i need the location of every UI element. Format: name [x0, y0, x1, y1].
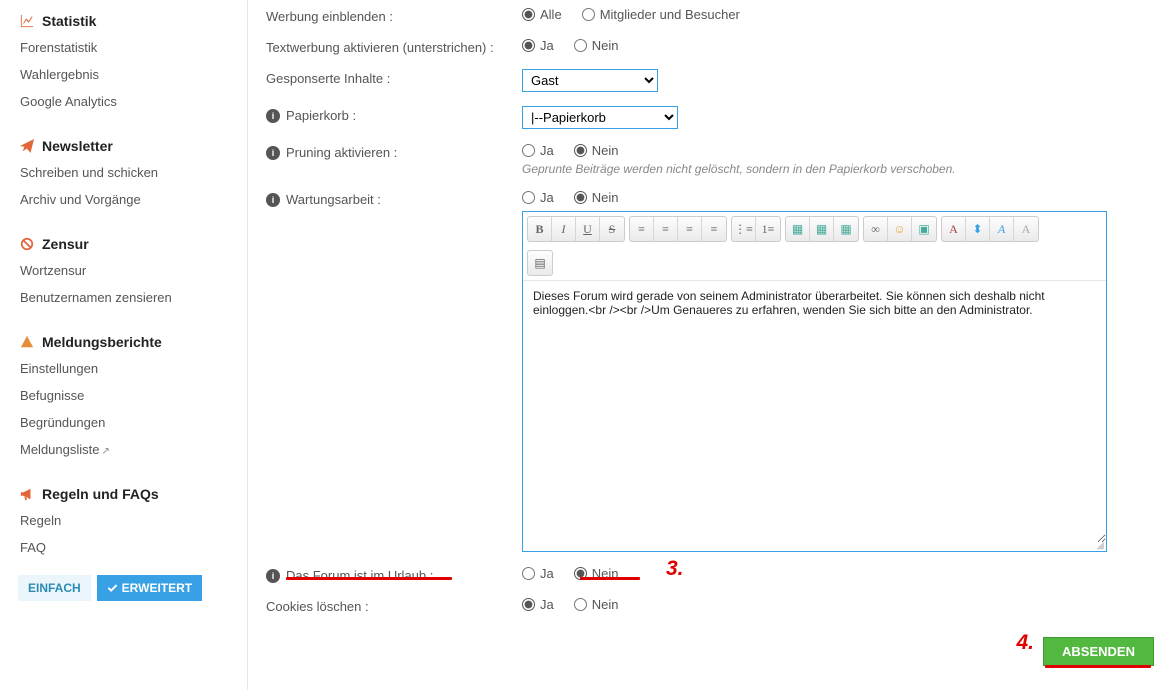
sidebar-item-regeln[interactable]: Regeln: [0, 507, 247, 534]
radio-cookies-nein[interactable]: Nein: [574, 597, 619, 612]
chart-line-icon: [20, 14, 34, 28]
info-icon: i: [266, 146, 280, 160]
ban-icon: [20, 237, 34, 251]
radio-textwerbung-ja[interactable]: Ja: [522, 38, 554, 53]
sidebar-item-google-analytics[interactable]: Google Analytics: [0, 88, 247, 115]
sidebar-item-befugnisse[interactable]: Befugnisse: [0, 382, 247, 409]
label-papierkorb: iPapierkorb :: [266, 106, 522, 123]
align-justify-button[interactable]: ≡: [702, 217, 726, 241]
resize-grip[interactable]: ◢: [523, 543, 1106, 551]
erweitert-button[interactable]: ERWEITERT: [97, 575, 202, 601]
align-left-button[interactable]: ≡: [630, 217, 654, 241]
radio-pruning-nein[interactable]: Nein: [574, 143, 619, 158]
label-cookies: Cookies löschen :: [266, 597, 522, 614]
sidebar-item-schreiben[interactable]: Schreiben und schicken: [0, 159, 247, 186]
bold-button[interactable]: B: [528, 217, 552, 241]
radio-wartung-ja[interactable]: Ja: [522, 190, 554, 205]
font-button[interactable]: A: [942, 217, 966, 241]
info-icon: i: [266, 569, 280, 583]
sidebar-item-wahlergebnis[interactable]: Wahlergebnis: [0, 61, 247, 88]
annotation-underline-submit: [1045, 665, 1151, 668]
absenden-button[interactable]: ABSENDEN: [1043, 637, 1154, 666]
image-button[interactable]: ▦: [786, 217, 810, 241]
warning-icon: [20, 335, 34, 349]
radio-urlaub-ja[interactable]: Ja: [522, 566, 554, 581]
annotation-3: 3.: [666, 557, 684, 581]
size-button[interactable]: ⬍: [966, 217, 990, 241]
sidebar-heading-statistik: Statistik: [0, 8, 247, 34]
sidebar-item-archiv[interactable]: Archiv und Vorgänge: [0, 186, 247, 213]
pruning-hint: Geprunte Beiträge werden nicht gelöscht,…: [522, 162, 1154, 176]
link-button[interactable]: ∞: [864, 217, 888, 241]
sidebar-heading-zensur: Zensur: [0, 231, 247, 257]
sidebar-heading-meldungen: Meldungsberichte: [0, 329, 247, 355]
underline-button[interactable]: U: [576, 217, 600, 241]
label-gesponsert: Gesponserte Inhalte :: [266, 69, 522, 86]
align-right-button[interactable]: ≡: [678, 217, 702, 241]
editor-textarea[interactable]: [533, 289, 1096, 532]
more-button[interactable]: ▤: [528, 251, 552, 275]
radio-textwerbung-nein[interactable]: Nein: [574, 38, 619, 53]
label-urlaub: iDas Forum ist im Urlaub :: [266, 566, 522, 583]
radio-werbung-alle[interactable]: Alle: [522, 7, 562, 22]
label-textwerbung: Textwerbung aktivieren (unterstrichen) :: [266, 38, 522, 55]
sidebar-heading-regeln: Regeln und FAQs: [0, 481, 247, 507]
sidebar-item-einstellungen[interactable]: Einstellungen: [0, 355, 247, 382]
label-pruning: iPruning aktivieren :: [266, 143, 522, 160]
list-ul-button[interactable]: ⋮≡: [732, 217, 756, 241]
italic-button[interactable]: I: [552, 217, 576, 241]
sidebar-item-begruendungen[interactable]: Begründungen: [0, 409, 247, 436]
radio-wartung-nein[interactable]: Nein: [574, 190, 619, 205]
info-icon: i: [266, 109, 280, 123]
rich-text-editor: B I U S ≡ ≡ ≡ ≡ ⋮≡ 1≡: [522, 211, 1107, 552]
radio-pruning-ja[interactable]: Ja: [522, 143, 554, 158]
sidebar-item-faq[interactable]: FAQ: [0, 534, 247, 561]
check-icon: [107, 583, 118, 594]
select-gesponsert[interactable]: Gast: [522, 69, 658, 92]
sidebar-heading-newsletter: Newsletter: [0, 133, 247, 159]
annotation-underline-label: [286, 577, 452, 580]
emoji-button[interactable]: ☺: [888, 217, 912, 241]
sidebar-item-meldungsliste[interactable]: Meldungsliste↗: [0, 436, 247, 463]
image2-button[interactable]: ▦: [810, 217, 834, 241]
bullhorn-icon: [20, 487, 34, 501]
image3-button[interactable]: ▦: [834, 217, 858, 241]
info-icon: i: [266, 193, 280, 207]
annotation-underline-nein: [580, 577, 640, 580]
annotation-4: 4.: [1016, 631, 1034, 655]
label-werbung: Werbung einblenden :: [266, 7, 522, 24]
clear-button[interactable]: A: [1014, 217, 1038, 241]
paper-plane-icon: [20, 139, 34, 153]
external-link-icon: ↗: [102, 446, 110, 457]
label-wartung: iWartungsarbeit :: [266, 190, 522, 207]
sidebar-item-benutzernamen[interactable]: Benutzernamen zensieren: [0, 284, 247, 311]
main-panel: Werbung einblenden : Alle Mitglieder und…: [248, 0, 1168, 690]
sidebar-item-wortzensur[interactable]: Wortzensur: [0, 257, 247, 284]
color-button[interactable]: A: [990, 217, 1014, 241]
sidebar: Statistik Forenstatistik Wahlergebnis Go…: [0, 0, 248, 690]
list-ol-button[interactable]: 1≡: [756, 217, 780, 241]
media-button[interactable]: ▣: [912, 217, 936, 241]
editor-toolbar: B I U S ≡ ≡ ≡ ≡ ⋮≡ 1≡: [523, 212, 1106, 281]
einfach-button[interactable]: EINFACH: [18, 575, 91, 601]
radio-cookies-ja[interactable]: Ja: [522, 597, 554, 612]
radio-werbung-mb[interactable]: Mitglieder und Besucher: [582, 7, 740, 22]
select-papierkorb[interactable]: |--Papierkorb: [522, 106, 678, 129]
sidebar-item-forenstatistik[interactable]: Forenstatistik: [0, 34, 247, 61]
strike-button[interactable]: S: [600, 217, 624, 241]
align-center-button[interactable]: ≡: [654, 217, 678, 241]
